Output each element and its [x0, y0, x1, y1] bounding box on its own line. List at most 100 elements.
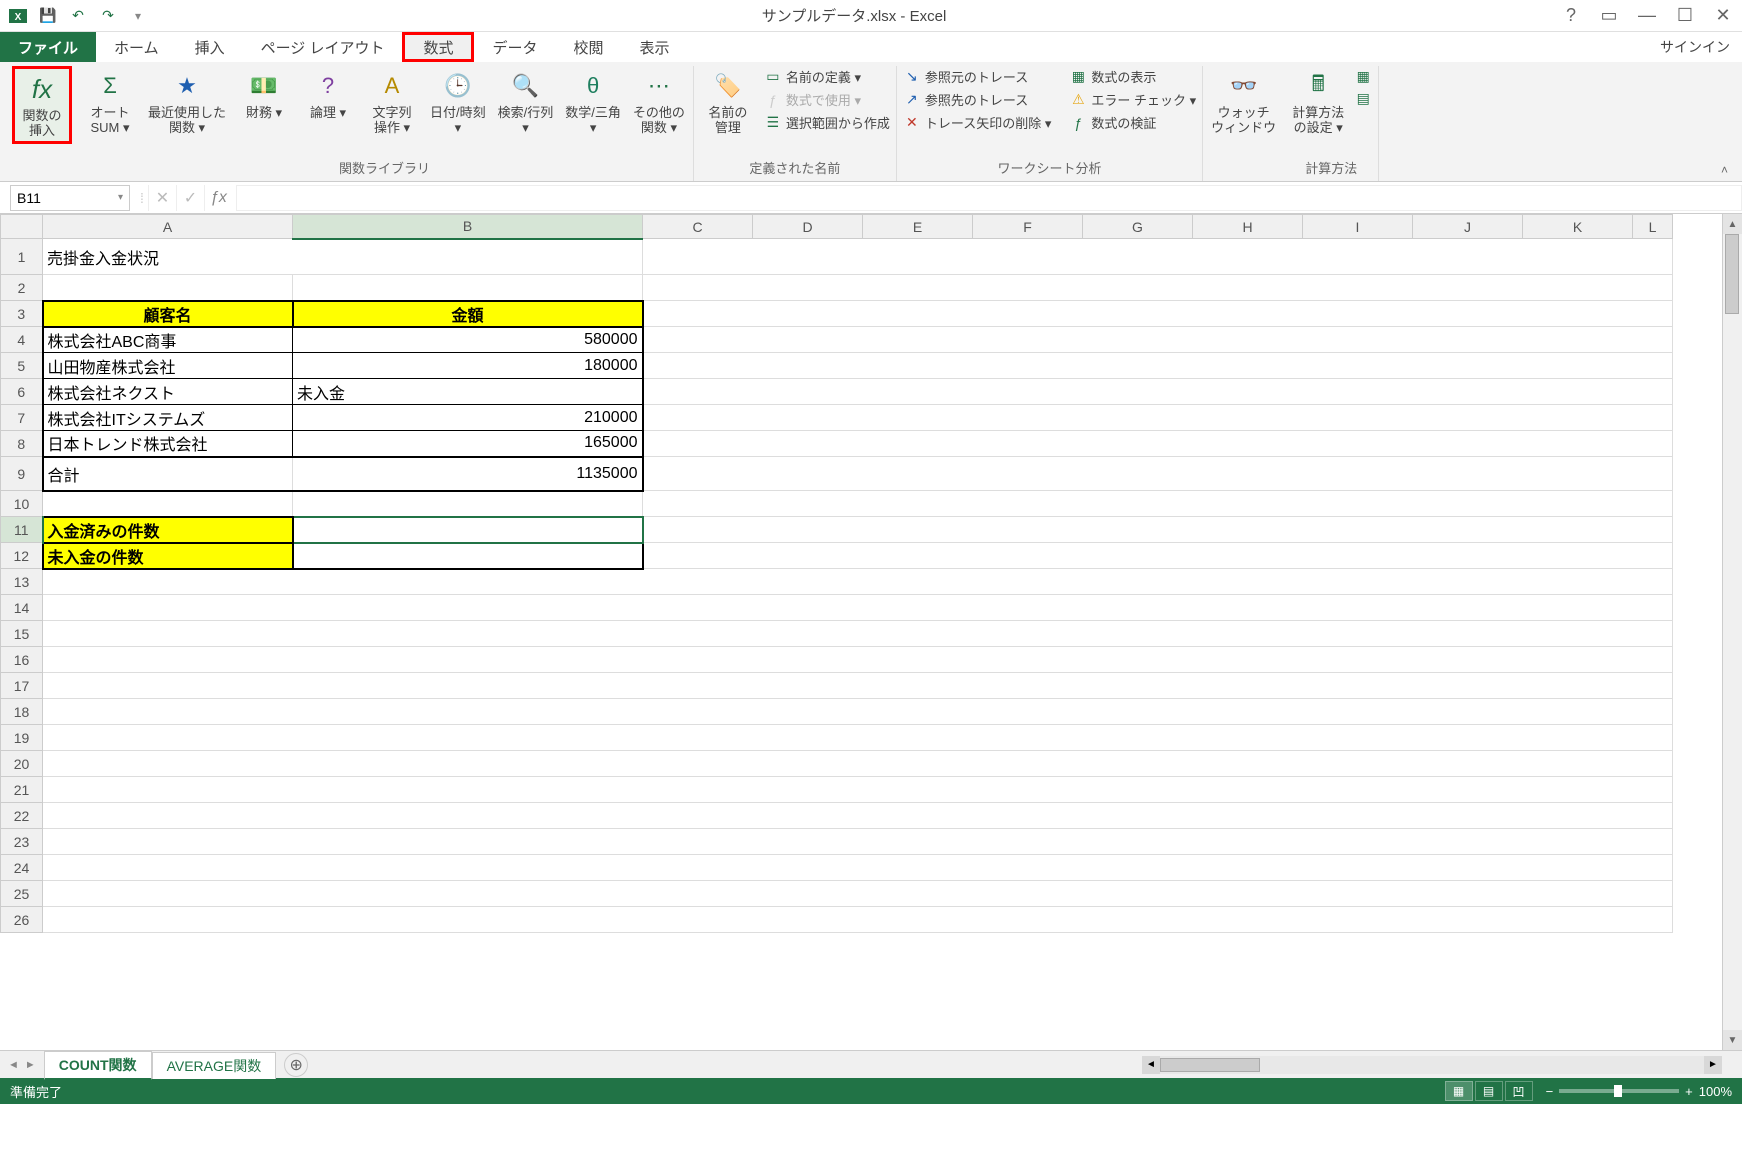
name-box-dropdown-icon[interactable]: ▾	[118, 192, 123, 203]
row-19[interactable]: 19	[1, 725, 43, 751]
create-from-selection-button[interactable]: ☰選択範囲から作成	[762, 112, 892, 133]
define-name-button[interactable]: ▭名前の定義 ▾	[762, 66, 863, 87]
recent-functions-button[interactable]: ★最近使用した 関数 ▾	[144, 66, 230, 138]
cell-A8[interactable]: 日本トレンド株式会社	[43, 431, 293, 457]
show-formulas-button[interactable]: ▦数式の表示	[1067, 66, 1158, 87]
zoom-in-button[interactable]: +	[1685, 1084, 1693, 1099]
column-headers[interactable]: A B C D E F G H I J K L	[1, 215, 1673, 239]
row-14[interactable]: 14	[1, 595, 43, 621]
col-A[interactable]: A	[43, 215, 293, 239]
row-9[interactable]: 9	[1, 457, 43, 491]
col-K[interactable]: K	[1523, 215, 1633, 239]
calculation-options-button[interactable]: 🖩計算方法 の設定 ▾	[1288, 66, 1348, 138]
col-F[interactable]: F	[973, 215, 1083, 239]
cell-A5[interactable]: 山田物産株式会社	[43, 353, 293, 379]
cell-B2[interactable]	[293, 275, 643, 301]
page-break-view-icon[interactable]: 凹	[1505, 1081, 1533, 1101]
sheet-tab-average[interactable]: AVERAGE関数	[152, 1052, 277, 1079]
row-21[interactable]: 21	[1, 777, 43, 803]
ribbon-options-icon[interactable]: ▭	[1594, 2, 1624, 30]
calculate-now-button[interactable]: ▦	[1352, 66, 1374, 86]
sheet-nav-prev-icon[interactable]: ◄	[6, 1057, 21, 1073]
tab-insert[interactable]: 挿入	[177, 32, 243, 62]
watch-window-button[interactable]: 👓ウォッチ ウィンドウ	[1207, 66, 1280, 138]
scroll-left-icon[interactable]: ◄	[1142, 1056, 1160, 1074]
tab-formulas[interactable]: 数式	[402, 32, 474, 62]
sheet-nav[interactable]: ◄►	[0, 1057, 44, 1073]
normal-view-icon[interactable]: ▦	[1445, 1081, 1473, 1101]
logical-button[interactable]: ?論理 ▾	[298, 66, 358, 123]
save-icon[interactable]: 💾	[34, 2, 62, 30]
formula-input[interactable]	[236, 185, 1742, 211]
tab-view[interactable]: 表示	[622, 32, 688, 62]
col-E[interactable]: E	[863, 215, 973, 239]
tab-file[interactable]: ファイル	[0, 32, 96, 62]
select-all-button[interactable]	[1, 215, 43, 239]
cell-A9[interactable]: 合計	[43, 457, 293, 491]
row-22[interactable]: 22	[1, 803, 43, 829]
row-17[interactable]: 17	[1, 673, 43, 699]
math-button[interactable]: θ数学/三角 ▾	[561, 66, 625, 138]
row-8[interactable]: 8	[1, 431, 43, 457]
name-box[interactable]: B11▾	[10, 185, 130, 211]
spreadsheet-grid[interactable]: A B C D E F G H I J K L 1売掛金入金状況 2 3 顧客名…	[0, 214, 1673, 933]
tab-home[interactable]: ホーム	[96, 32, 177, 62]
row-3[interactable]: 3	[1, 301, 43, 327]
row-6[interactable]: 6	[1, 379, 43, 405]
autosum-button[interactable]: Σオート SUM ▾	[80, 66, 140, 138]
col-D[interactable]: D	[753, 215, 863, 239]
cell-A2[interactable]	[43, 275, 293, 301]
scroll-right-icon[interactable]: ►	[1704, 1056, 1722, 1074]
tab-review[interactable]: 校閲	[556, 32, 622, 62]
col-B[interactable]: B	[293, 215, 643, 239]
name-manager-button[interactable]: 🏷️名前の 管理	[698, 66, 758, 138]
more-functions-button[interactable]: ⋯その他の 関数 ▾	[629, 66, 689, 138]
zoom-slider-knob[interactable]	[1614, 1085, 1622, 1097]
zoom-slider[interactable]	[1559, 1089, 1679, 1093]
cell-B9[interactable]: 1135000	[293, 457, 643, 491]
row-20[interactable]: 20	[1, 751, 43, 777]
hscroll-thumb[interactable]	[1160, 1058, 1260, 1072]
col-J[interactable]: J	[1413, 215, 1523, 239]
row-18[interactable]: 18	[1, 699, 43, 725]
row-16[interactable]: 16	[1, 647, 43, 673]
row-24[interactable]: 24	[1, 855, 43, 881]
cell-A3[interactable]: 顧客名	[43, 301, 293, 327]
cell-A4[interactable]: 株式会社ABC商事	[43, 327, 293, 353]
cell-B11[interactable]	[293, 517, 643, 543]
minimize-icon[interactable]: —	[1632, 2, 1662, 30]
insert-function-icon[interactable]: ƒx	[204, 185, 232, 211]
col-I[interactable]: I	[1303, 215, 1413, 239]
cell-B12[interactable]	[293, 543, 643, 569]
scroll-down-icon[interactable]: ▼	[1723, 1030, 1742, 1050]
qat-customize-icon[interactable]: ▾	[124, 2, 152, 30]
cell-B10[interactable]	[293, 491, 643, 517]
trace-dependents-button[interactable]: ↗参照先のトレース	[901, 89, 1030, 110]
cell-A1[interactable]: 売掛金入金状況	[43, 239, 643, 275]
row-12[interactable]: 12	[1, 543, 43, 569]
sheet-nav-next-icon[interactable]: ►	[23, 1057, 38, 1073]
cell-B6[interactable]: 未入金	[293, 379, 643, 405]
cell-A6[interactable]: 株式会社ネクスト	[43, 379, 293, 405]
redo-icon[interactable]: ↷	[94, 2, 122, 30]
cell-A7[interactable]: 株式会社ITシステムズ	[43, 405, 293, 431]
cell-B8[interactable]: 165000	[293, 431, 643, 457]
cell-B7[interactable]: 210000	[293, 405, 643, 431]
tab-data[interactable]: データ	[474, 32, 555, 62]
vscroll-thumb[interactable]	[1725, 234, 1739, 314]
row-10[interactable]: 10	[1, 491, 43, 517]
cell-B4[interactable]: 580000	[293, 327, 643, 353]
page-layout-view-icon[interactable]: ▤	[1475, 1081, 1503, 1101]
row-15[interactable]: 15	[1, 621, 43, 647]
error-checking-button[interactable]: ⚠エラー チェック ▾	[1067, 89, 1198, 110]
row-1[interactable]: 1	[1, 239, 43, 275]
row-13[interactable]: 13	[1, 569, 43, 595]
col-L[interactable]: L	[1633, 215, 1673, 239]
zoom-out-button[interactable]: −	[1546, 1084, 1554, 1099]
row-4[interactable]: 4	[1, 327, 43, 353]
lookup-button[interactable]: 🔍検索/行列 ▾	[494, 66, 558, 138]
collapse-ribbon-icon[interactable]: ˄	[1715, 159, 1734, 181]
cell-A10[interactable]	[43, 491, 293, 517]
row-26[interactable]: 26	[1, 907, 43, 933]
col-G[interactable]: G	[1083, 215, 1193, 239]
